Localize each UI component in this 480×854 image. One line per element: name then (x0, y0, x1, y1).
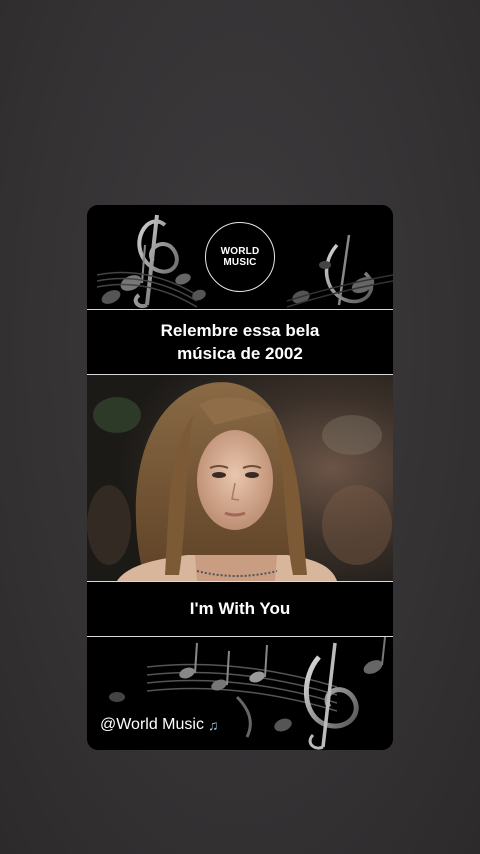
headline-line-2: música de 2002 (177, 344, 303, 363)
portrait-illustration (87, 375, 393, 581)
headline-line-1: Relembre essa bela (160, 321, 320, 340)
account-handle[interactable]: @World Music ♫ (100, 716, 218, 734)
song-title: I'm With You (189, 599, 291, 618)
headline-band: Relembre essa bela música de 2002 (87, 309, 393, 375)
post-card[interactable]: WORLD MUSIC Relembre essa bela música de… (87, 205, 393, 750)
handle-text: @World Music (100, 716, 204, 733)
music-note-icon: ♫ (207, 717, 219, 733)
world-music-logo[interactable]: WORLD MUSIC (205, 222, 275, 292)
video-frame[interactable] (87, 375, 393, 581)
song-title-band: I'm With You (87, 581, 393, 637)
logo-text: WORLD MUSIC (220, 246, 260, 268)
